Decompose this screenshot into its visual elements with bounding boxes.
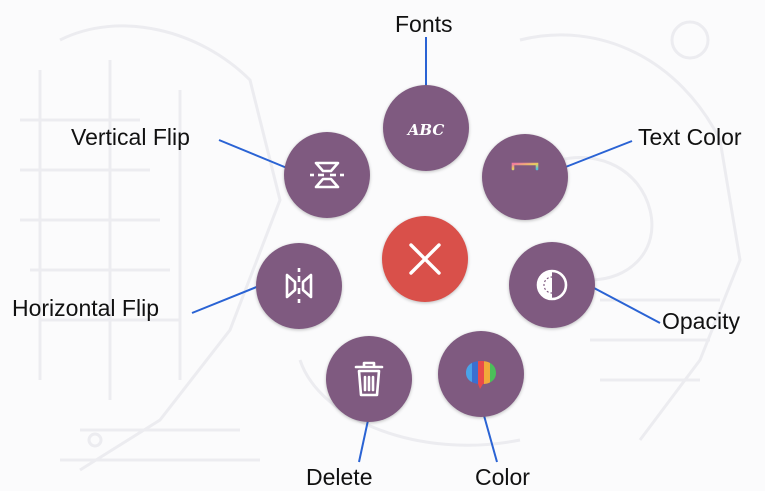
text-color-button[interactable]: [482, 134, 568, 220]
color-label: Color: [475, 464, 530, 490]
vertical-flip-button[interactable]: [284, 132, 370, 218]
delete-button[interactable]: [326, 336, 412, 422]
opacity-icon: [536, 269, 568, 301]
color-button[interactable]: [438, 331, 524, 417]
abc-icon: ABC: [406, 121, 445, 139]
trash-icon: [354, 361, 384, 397]
opacity-label: Opacity: [662, 308, 740, 334]
fonts-label: Fonts: [395, 11, 453, 37]
color-bubble-icon: [466, 361, 496, 389]
delete-label: Delete: [306, 464, 373, 490]
opacity-button[interactable]: [509, 242, 595, 328]
close-icon: [409, 243, 441, 275]
horizontal-flip-button[interactable]: [256, 243, 342, 329]
text-color-icon: [511, 162, 539, 192]
vertical-flip-icon: [310, 161, 344, 189]
vertical-flip-label: Vertical Flip: [71, 124, 190, 150]
text-color-label: Text Color: [638, 124, 742, 150]
close-button[interactable]: [382, 216, 468, 302]
horizontal-flip-icon: [285, 268, 313, 303]
svg-text:ABC: ABC: [406, 121, 445, 139]
fonts-button[interactable]: ABC: [383, 85, 469, 171]
radial-menu-stage: ABC Fonts Vertical Flip Text Color Horiz…: [0, 0, 765, 491]
horizontal-flip-label: Horizontal Flip: [12, 295, 159, 321]
